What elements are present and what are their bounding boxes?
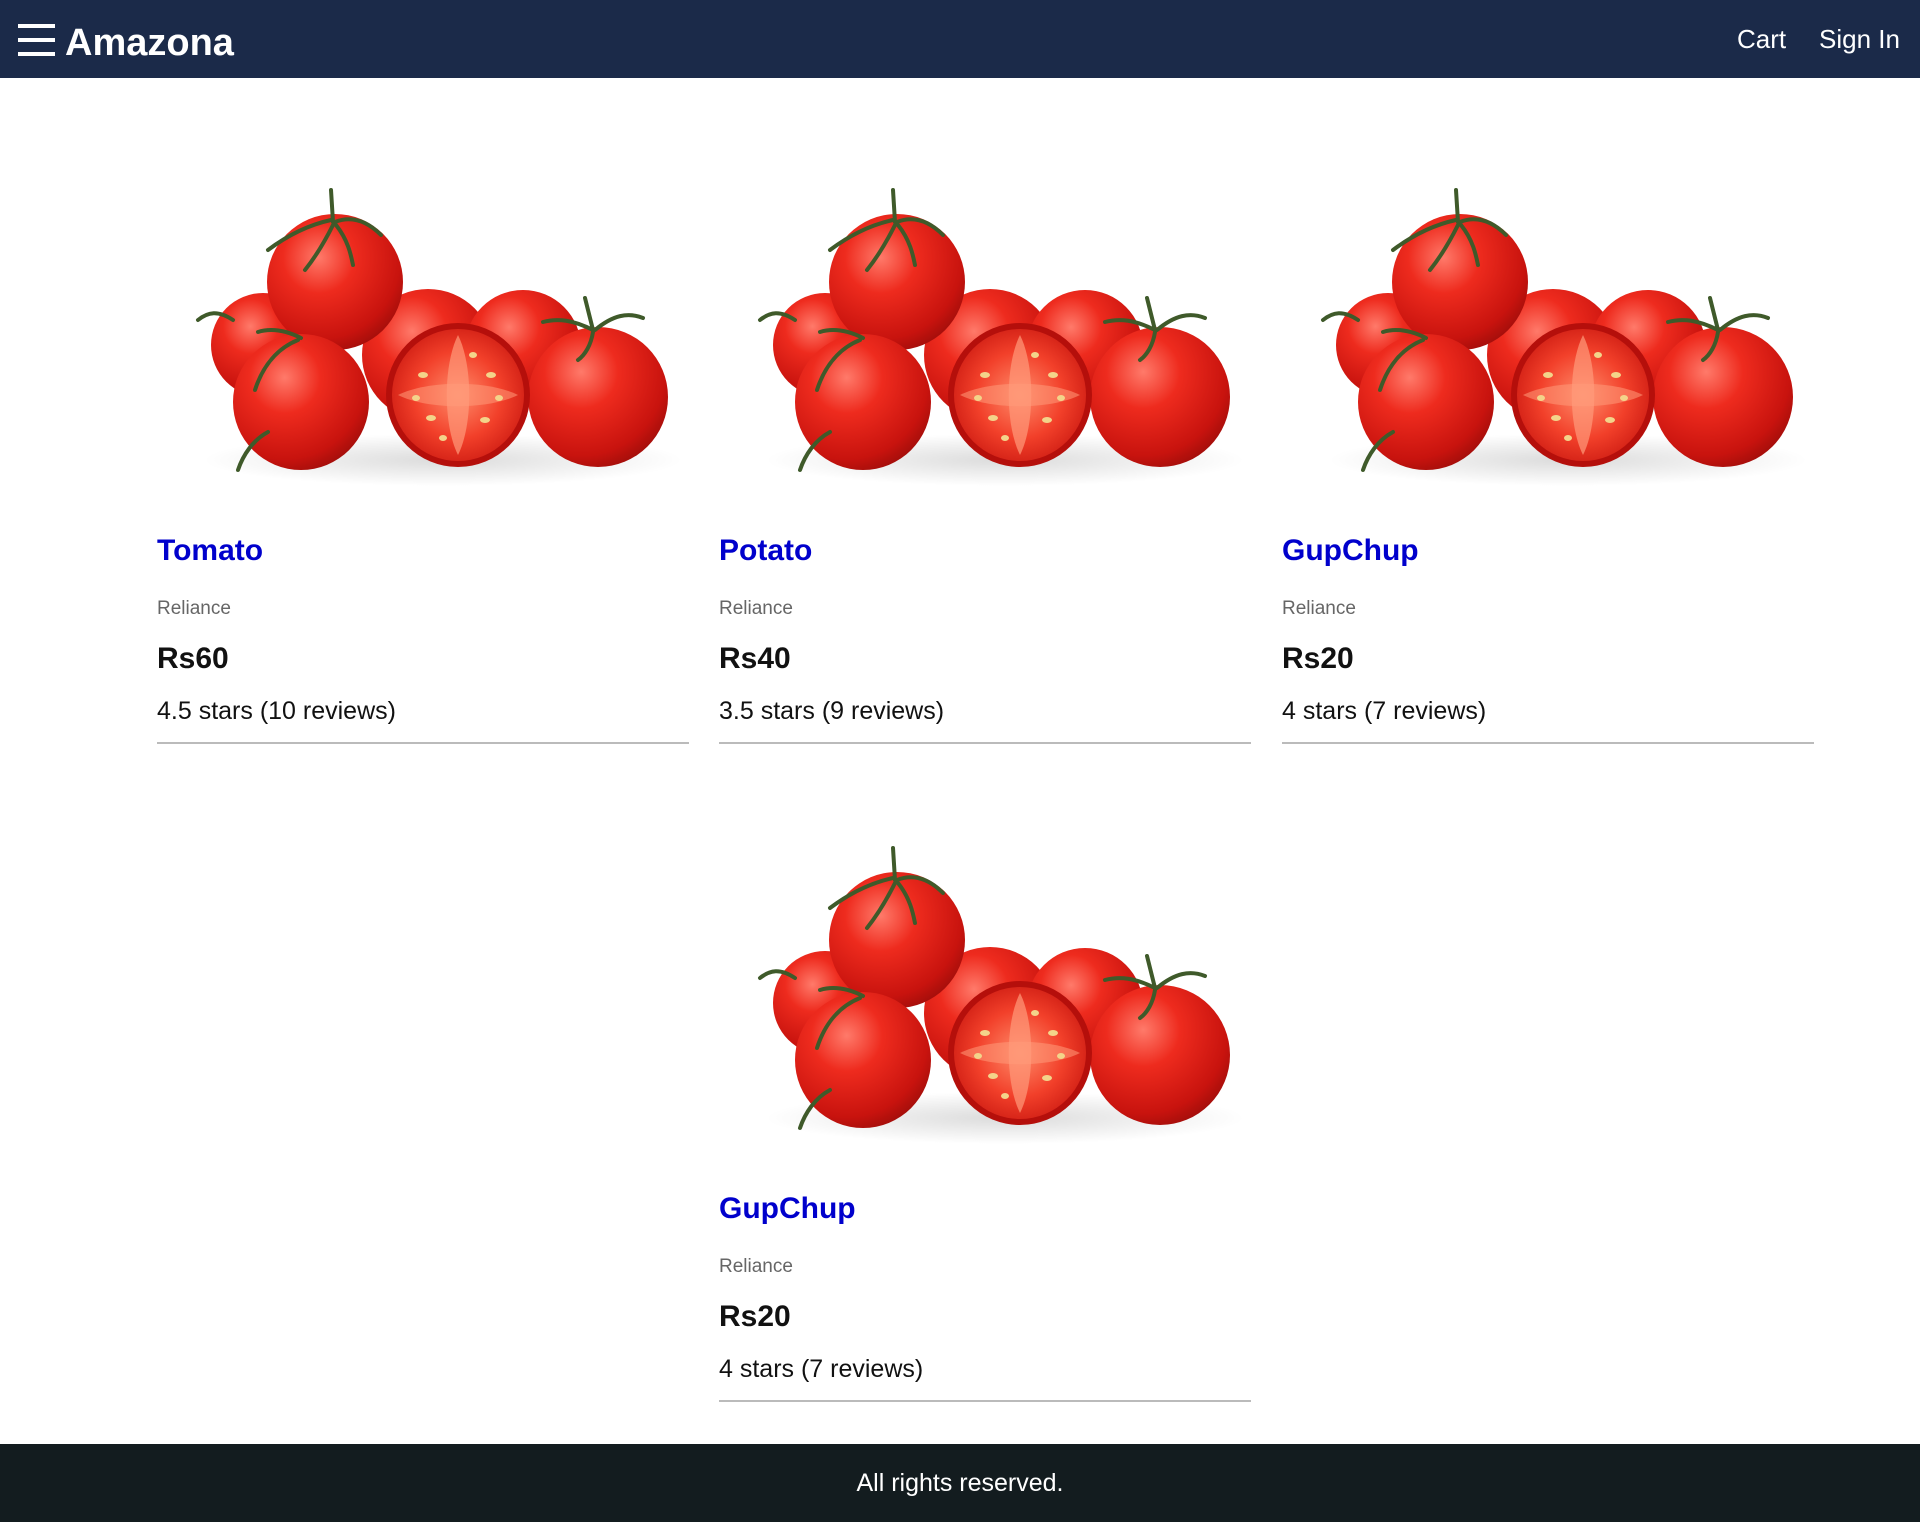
product-rating: 4 stars (7 reviews) — [1282, 697, 1487, 725]
product-image[interactable] — [719, 130, 1251, 500]
product-name-link[interactable]: GupChup — [1282, 534, 1419, 568]
product-image[interactable] — [1282, 130, 1814, 500]
product-name-link[interactable]: Tomato — [157, 534, 263, 568]
hamburger-menu-icon[interactable] — [18, 24, 55, 58]
product-rating: 4.5 stars (10 reviews) — [157, 697, 396, 725]
product-price: Rs40 — [719, 642, 791, 675]
card-divider — [1282, 742, 1814, 744]
brand-logo-link[interactable]: Amazona — [65, 20, 234, 66]
product-rating: 3.5 stars (9 reviews) — [719, 697, 945, 725]
product-brand: Reliance — [157, 598, 231, 619]
product-image[interactable] — [157, 130, 689, 500]
sign-in-link[interactable]: Sign In — [1819, 24, 1900, 54]
card-divider — [719, 1400, 1251, 1402]
product-image[interactable] — [719, 788, 1251, 1158]
product-brand: Reliance — [1282, 598, 1356, 619]
footer-copyright: All rights reserved. — [856, 1468, 1064, 1497]
product-price: Rs20 — [719, 1300, 791, 1333]
top-navbar: Amazona Cart Sign In — [0, 0, 1920, 78]
product-brand: Reliance — [719, 1256, 793, 1277]
card-divider — [157, 742, 689, 744]
product-price: Rs20 — [1282, 642, 1354, 675]
product-brand: Reliance — [719, 598, 793, 619]
cart-link[interactable]: Cart — [1737, 24, 1786, 54]
product-name-link[interactable]: GupChup — [719, 1192, 856, 1226]
product-price: Rs60 — [157, 642, 229, 675]
product-rating: 4 stars (7 reviews) — [719, 1355, 924, 1383]
footer: All rights reserved. — [0, 1444, 1920, 1522]
product-name-link[interactable]: Potato — [719, 534, 812, 568]
card-divider — [719, 742, 1251, 744]
